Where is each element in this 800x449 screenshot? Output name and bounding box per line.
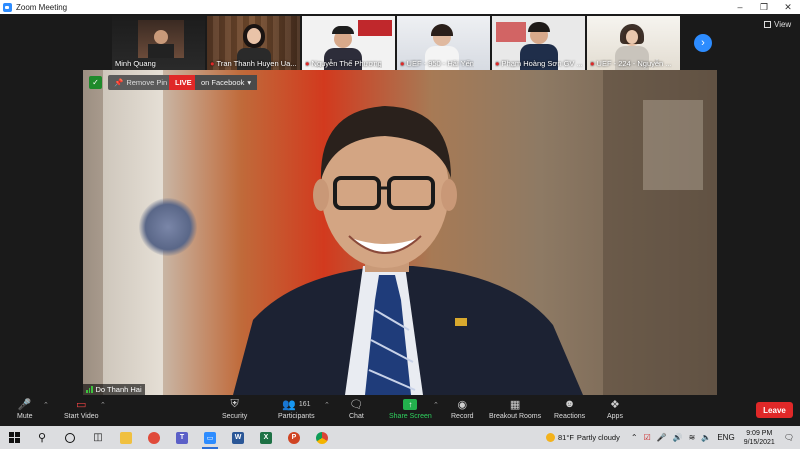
powerpoint-icon[interactable]: P [280, 426, 308, 449]
participant-thumbnail[interactable]: ● Phạm Hoàng Sơn GV ... [492, 16, 585, 70]
maximize-icon[interactable]: ❐ [752, 0, 776, 14]
participant-name: ● UEF - 224 - Nguyễn ... [590, 59, 672, 68]
participant-thumbnail[interactable]: ● UEF - 950 - Hải Yến [397, 16, 490, 70]
video-off-icon: ▭ [76, 398, 87, 411]
participant-name: ● UEF - 950 - Hải Yến [400, 59, 474, 68]
chrome-icon[interactable] [308, 426, 336, 449]
participant-name: ● Nguyễn Thế Phương [305, 59, 382, 68]
muted-mic-icon: ● [400, 59, 405, 68]
title-bar: Zoom Meeting – ❐ ✕ [0, 0, 800, 14]
window-title: Zoom Meeting [16, 2, 68, 12]
signal-strength-icon [86, 386, 93, 393]
antivirus-icon[interactable]: ☑ [644, 433, 651, 442]
teams-icon[interactable]: T [168, 426, 196, 449]
system-tray: 81°F Partly cloudy ⌃ ☑ 🎤 🔊 ≋ 🔈 ENG 9:09 … [545, 426, 800, 449]
excel-icon[interactable]: X [252, 426, 280, 449]
meeting-area: Minh Quang ● Tran Thanh Huyen Ua... ● Ng… [0, 14, 800, 395]
participant-thumbnail[interactable]: ● Nguyễn Thế Phương [302, 16, 395, 70]
minimize-icon[interactable]: – [728, 0, 752, 14]
muted-mic-icon: ● [495, 59, 500, 68]
wifi-icon[interactable]: ≋ [689, 433, 696, 442]
speaker-name-label: Do Thanh Hai [83, 384, 145, 395]
leave-button[interactable]: Leave [756, 402, 793, 418]
windows-start-icon[interactable] [0, 426, 28, 449]
chevron-up-icon[interactable]: ⌃ [631, 433, 638, 442]
word-icon[interactable]: W [224, 426, 252, 449]
cortana-icon[interactable] [56, 426, 84, 449]
volume-icon[interactable]: 🔈 [701, 433, 711, 442]
participant-thumbnail[interactable]: Minh Quang [112, 16, 205, 70]
record-button[interactable]: ◉ Record [451, 397, 474, 421]
live-destination-dropdown[interactable]: on Facebook ▾ [195, 75, 258, 90]
chevron-right-icon: › [701, 37, 705, 49]
remove-pin-button[interactable]: 📌 Remove Pin [108, 75, 174, 90]
video-options-caret[interactable]: ⌃ [100, 401, 106, 409]
participant-thumbnail[interactable]: ● UEF - 224 - Nguyễn ... [587, 16, 680, 70]
share-options-caret[interactable]: ⌃ [433, 401, 439, 409]
pin-icon: 📌 [114, 78, 124, 87]
chevron-down-icon: ▾ [247, 78, 252, 87]
next-page-button[interactable]: › [694, 34, 712, 52]
mute-options-caret[interactable]: ⌃ [43, 401, 49, 409]
participants-options-caret[interactable]: ⌃ [324, 401, 330, 409]
breakout-rooms-button[interactable]: ▦ Breakout Rooms [489, 397, 541, 421]
grid-view-icon [764, 21, 771, 28]
participant-name: ● Tran Thanh Huyen Ua... [210, 59, 297, 68]
participant-name: Minh Quang [115, 59, 156, 68]
chat-button[interactable]: 🗨 Chat [349, 397, 364, 421]
participants-button[interactable]: 👥 161 Participants [278, 397, 315, 421]
windows-taskbar: ⚲ ◫ T ▭ W X P 81°F Partly cloudy ⌃ ☑ 🎤 🔊… [0, 426, 800, 449]
main-video[interactable]: ✓ 📌 Remove Pin LIVE on Facebook ▾ Do Tha… [83, 70, 717, 395]
share-arrow-icon: ↑ [403, 398, 418, 410]
muted-mic-icon: ● [305, 59, 310, 68]
security-button[interactable]: ⛨ Security [222, 397, 247, 421]
live-badge: LIVE [169, 75, 198, 90]
zoom-logo-icon [3, 2, 12, 12]
start-video-button[interactable]: ▭ Start Video [64, 397, 99, 421]
participants-icon: 👥 [282, 398, 296, 411]
breakout-rooms-icon: ▦ [509, 398, 521, 411]
reactions-button[interactable]: ☻ Reactions [554, 397, 585, 420]
smiley-icon: ☻ [563, 398, 576, 410]
share-screen-button[interactable]: ↑ Share Screen [389, 397, 432, 420]
language-indicator[interactable]: ENG [717, 433, 734, 442]
file-explorer-icon[interactable] [112, 426, 140, 449]
speaker-video-feed [233, 70, 717, 395]
thumbnail-strip: Minh Quang ● Tran Thanh Huyen Ua... ● Ng… [112, 16, 680, 70]
microphone-icon[interactable]: 🎤 [657, 433, 667, 442]
task-view-icon[interactable]: ◫ [84, 426, 112, 449]
chrome-profile-icon[interactable] [140, 426, 168, 449]
apps-button[interactable]: ❖ Apps [607, 397, 623, 421]
close-icon[interactable]: ✕ [776, 0, 800, 14]
shield-icon: ⛨ [230, 397, 239, 410]
muted-mic-icon: ● [210, 59, 215, 68]
speaker-icon[interactable]: 🔊 [673, 433, 683, 442]
participant-thumbnail[interactable]: ● Tran Thanh Huyen Ua... [207, 16, 300, 70]
record-icon: ◉ [457, 398, 468, 411]
search-icon[interactable]: ⚲ [28, 426, 56, 449]
zoom-taskbar-icon[interactable]: ▭ [196, 426, 224, 449]
participant-name: ● Phạm Hoàng Sơn GV ... [495, 59, 583, 68]
partly-cloudy-icon [545, 433, 555, 442]
mute-button[interactable]: 🎤 Mute [17, 397, 33, 421]
clock[interactable]: 9:09 PM 9/15/2021 [744, 429, 775, 447]
muted-mic-icon: ● [590, 59, 595, 68]
weather-widget[interactable]: 81°F Partly cloudy [545, 433, 620, 442]
view-button[interactable]: View [764, 20, 791, 29]
apps-icon: ❖ [610, 398, 620, 411]
microphone-icon: 🎤 [17, 398, 32, 411]
chat-bubble-icon: 🗨 [349, 398, 364, 411]
shield-icon: ✓ [89, 76, 102, 89]
notification-icon[interactable]: 🗨 [784, 433, 794, 442]
meeting-toolbar: 🎤 Mute ⌃ ▭ Start Video ⌃ ⛨ Security 👥 16… [0, 395, 800, 426]
participants-count: 161 [298, 400, 311, 408]
zoom-window: Zoom Meeting – ❐ ✕ Minh Quang ● Tran Tha… [0, 0, 800, 449]
